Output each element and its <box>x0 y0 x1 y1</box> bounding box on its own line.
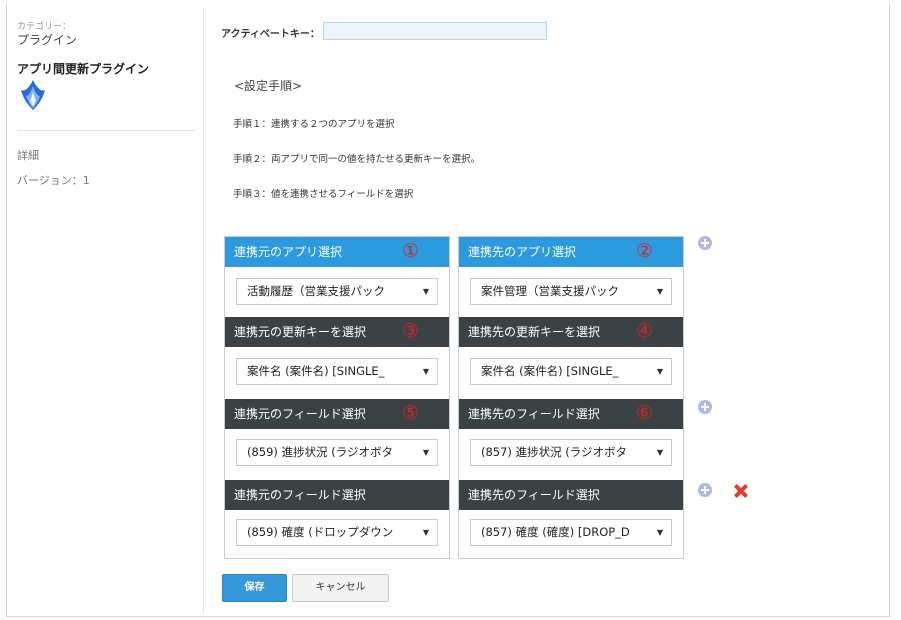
activation-key-label: アクティベートキー： <box>221 29 320 40</box>
dest-key-select-value: 案件名 (案件名) [SINGLE_ <box>481 364 619 378</box>
dest-field1-select-value: (857) 進捗状況 (ラジオボタ <box>481 445 627 459</box>
step-number-6: ⑥ <box>635 402 653 424</box>
dest-panel: 連携先のアプリ選択 ② 案件管理（営業支援パック ▼ 連携先の更新キーを選択 ④… <box>458 236 684 559</box>
close-x-icon[interactable] <box>733 483 749 499</box>
plugin-name: アプリ間更新プラグイン <box>17 62 150 76</box>
step-number-2: ② <box>635 240 653 262</box>
source-key-select-value: 案件名 (案件名) [SINGLE_ <box>247 364 385 378</box>
activation-key-input[interactable] <box>323 22 547 40</box>
add-app-pair-icon[interactable] <box>698 236 712 250</box>
source-panel: 連携元のアプリ選択 ① 活動履歴（営業支援パック ▼ 連携元の更新キーを選択 ③… <box>224 236 450 559</box>
step-number-1: ① <box>401 240 419 262</box>
source-key-header: 連携元の更新キーを選択 ③ <box>225 317 449 347</box>
step-number-3: ③ <box>401 320 419 342</box>
step-2: 手順２：両アプリで同一の値を持たせる更新キーを選択。 <box>233 154 481 165</box>
source-app-header: 連携元のアプリ選択 ① <box>225 237 449 267</box>
source-field2-select[interactable]: (859) 確度 (ドロップダウン ▼ <box>236 519 438 546</box>
steps-title: <設定手順> <box>234 79 303 93</box>
step-number-4: ④ <box>635 320 653 342</box>
dest-app-select-value: 案件管理（営業支援パック <box>481 284 619 298</box>
add-field-row-icon[interactable] <box>698 483 712 497</box>
source-app-select-value: 活動履歴（営業支援パック <box>247 284 385 298</box>
cancel-button[interactable]: キャンセル <box>292 574 389 602</box>
triangle-down-icon: ▼ <box>422 367 429 376</box>
triangle-down-icon: ▼ <box>656 528 663 537</box>
triangle-down-icon: ▼ <box>656 448 663 457</box>
triangle-down-icon: ▼ <box>656 287 663 296</box>
dest-field2-header: 連携先のフィールド選択 <box>459 480 683 510</box>
dest-field2-select-value: (857) 確度 (確度) [DROP_D <box>481 525 630 539</box>
plugin-logo-icon <box>17 78 49 112</box>
triangle-down-icon: ▼ <box>422 448 429 457</box>
dest-field2-header-label: 連携先のフィールド選択 <box>468 488 600 502</box>
source-field2-header: 連携元のフィールド選択 <box>225 480 449 510</box>
source-field1-select-value: (859) 進捗状況 (ラジオボタ <box>247 445 393 459</box>
source-field2-header-label: 連携元のフィールド選択 <box>234 488 366 502</box>
triangle-down-icon: ▼ <box>422 528 429 537</box>
source-app-header-label: 連携元のアプリ選択 <box>234 245 343 259</box>
dest-app-header-label: 連携先のアプリ選択 <box>468 245 577 259</box>
sidebar-detail-link[interactable]: 詳細 <box>17 147 39 163</box>
source-key-header-label: 連携元の更新キーを選択 <box>234 325 367 339</box>
dest-field1-header: 連携先のフィールド選択 ⑥ <box>459 399 683 429</box>
source-field1-header: 連携元のフィールド選択 ⑤ <box>225 399 449 429</box>
source-key-select[interactable]: 案件名 (案件名) [SINGLE_ ▼ <box>236 358 438 385</box>
dest-key-header-label: 連携先の更新キーを選択 <box>468 325 601 339</box>
dest-key-select[interactable]: 案件名 (案件名) [SINGLE_ ▼ <box>470 358 672 385</box>
add-field-icon[interactable] <box>698 400 712 414</box>
dest-key-header: 連携先の更新キーを選択 ④ <box>459 317 683 347</box>
dest-app-header: 連携先のアプリ選択 ② <box>459 237 683 267</box>
triangle-down-icon: ▼ <box>422 287 429 296</box>
sidebar-divider <box>17 130 195 131</box>
source-field1-header-label: 連携元のフィールド選択 <box>234 407 366 421</box>
sidebar-version: バージョン：1 <box>17 174 90 187</box>
save-button[interactable]: 保存 <box>222 574 287 602</box>
step-number-5: ⑤ <box>401 402 419 424</box>
dest-app-select[interactable]: 案件管理（営業支援パック ▼ <box>470 278 672 305</box>
source-field2-select-value: (859) 確度 (ドロップダウン <box>247 525 394 539</box>
step-3: 手順３：値を連携させるフィールドを選択 <box>233 189 414 200</box>
source-app-select[interactable]: 活動履歴（営業支援パック ▼ <box>236 278 438 305</box>
dest-field2-select[interactable]: (857) 確度 (確度) [DROP_D ▼ <box>470 519 672 546</box>
triangle-down-icon: ▼ <box>656 367 663 376</box>
source-field1-select[interactable]: (859) 進捗状況 (ラジオボタ ▼ <box>236 439 438 466</box>
dest-field1-select[interactable]: (857) 進捗状況 (ラジオボタ ▼ <box>470 439 672 466</box>
category-value: プラグイン <box>17 33 78 47</box>
dest-field1-header-label: 連携先のフィールド選択 <box>468 407 600 421</box>
step-1: 手順１：連携する２つのアプリを選択 <box>233 119 395 130</box>
